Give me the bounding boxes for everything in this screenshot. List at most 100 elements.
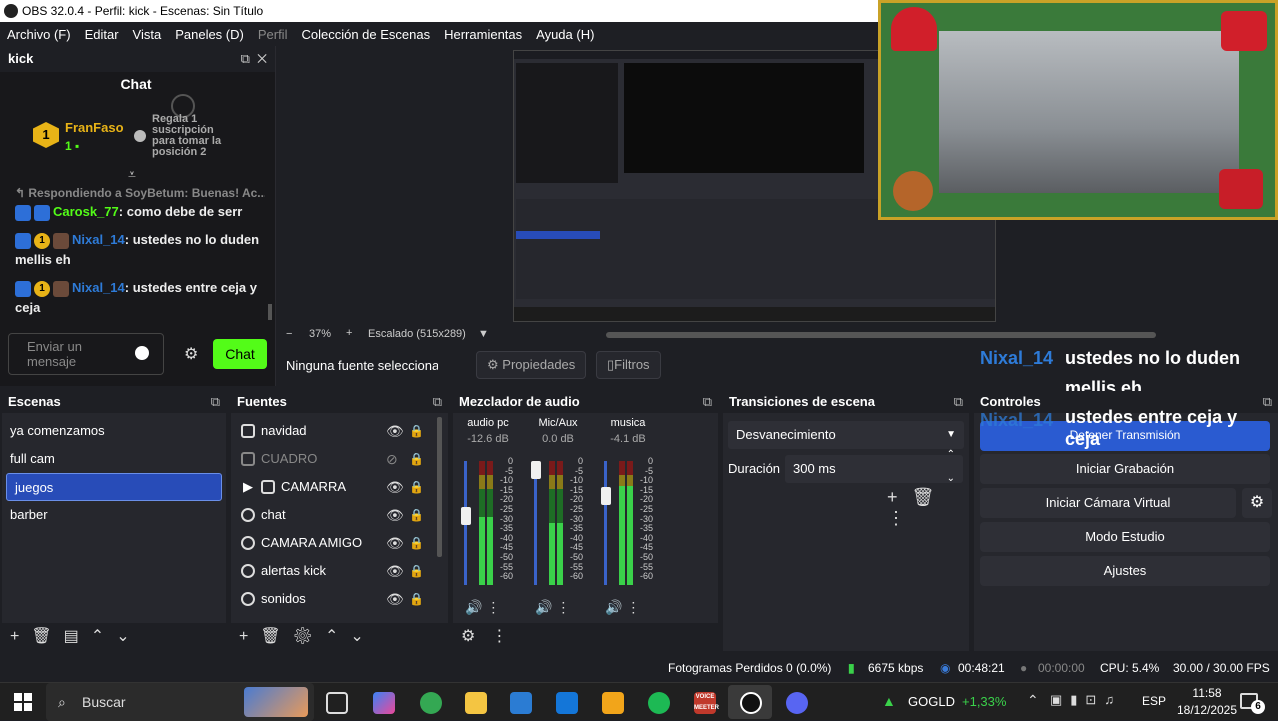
undock-icon[interactable]: ⧉ [954, 391, 963, 413]
chat-scrollbar[interactable] [268, 304, 272, 320]
move-up-icon[interactable]: ⌃ [325, 628, 350, 645]
add-transition-icon[interactable]: + [887, 487, 912, 507]
windows-start-icon[interactable] [14, 693, 32, 711]
menu-herramientas[interactable]: Herramientas [444, 27, 522, 42]
outlook-icon[interactable] [556, 692, 578, 714]
chat-username[interactable]: Nixal_14 [72, 280, 125, 295]
advanced-audio-gear-icon[interactable]: ⚙ [461, 628, 491, 645]
send-chat-button[interactable]: Chat [213, 339, 267, 369]
microsoft-store-icon[interactable] [510, 692, 532, 714]
visibility-eye-icon[interactable]: 👁 [386, 585, 404, 613]
filters-button[interactable]: ▯Filtros [596, 351, 661, 379]
lock-icon[interactable]: 🔒 [409, 417, 424, 445]
scale-dropdown-icon[interactable]: ▼ [478, 328, 489, 340]
zoom-out-button[interactable]: − [286, 328, 292, 340]
preview-horizontal-scrollbar[interactable] [606, 332, 1156, 338]
close-icon[interactable]: ✕ [257, 51, 267, 66]
lock-icon[interactable]: 🔒 [409, 557, 424, 585]
file-explorer-icon[interactable] [465, 692, 487, 714]
system-tray-icons[interactable]: ▣▮⊡♫ [1050, 692, 1122, 708]
transition-select[interactable]: Desvanecimiento ▼ [728, 421, 964, 449]
undock-icon[interactable]: ⧉ [1263, 391, 1272, 413]
lock-icon[interactable]: 🔒 [409, 585, 424, 613]
menu-perfil[interactable]: Perfil [258, 27, 288, 42]
volume-fader-handle[interactable] [601, 486, 611, 505]
clock-date[interactable]: 18/12/2025 [1176, 703, 1238, 717]
menu-coleccion-escenas[interactable]: Colección de Escenas [301, 27, 430, 42]
visibility-eye-icon[interactable]: 👁 [386, 501, 404, 529]
channel-menu-icon[interactable]: ⋮ [552, 599, 570, 615]
undock-icon[interactable]: ⧉ [241, 51, 250, 66]
source-group-item[interactable]: ▶ CAMARRA 👁 🔒 [231, 473, 448, 501]
chat-message-input[interactable]: Enviar un mensaje [8, 333, 164, 375]
chrome-icon[interactable] [420, 692, 442, 714]
source-item[interactable]: CUADRO ⊘ 🔒 [231, 445, 448, 473]
collapse-icon[interactable]: ⩡ [128, 166, 136, 183]
move-down-icon[interactable]: ⌄ [350, 628, 375, 645]
speaker-mute-icon[interactable]: 🔊 [605, 599, 622, 615]
visibility-eye-icon[interactable]: 👁 [386, 557, 404, 585]
mixer-menu-icon[interactable]: ⋮ [491, 628, 523, 645]
lock-icon[interactable]: 🔒 [409, 529, 424, 557]
start-virtual-camera-button[interactable]: Iniciar Cámara Virtual [980, 488, 1236, 518]
move-down-icon[interactable]: ⌄ [116, 628, 141, 645]
menu-archivo[interactable]: Archivo (F) [7, 27, 71, 42]
move-up-icon[interactable]: ⌃ [91, 628, 116, 645]
source-properties-gear-icon[interactable]: ⚙ [293, 628, 325, 645]
undock-icon[interactable]: ⧉ [211, 391, 220, 413]
spotify-icon[interactable] [648, 692, 670, 714]
lock-icon[interactable]: 🔒 [409, 501, 424, 529]
scene-filters-icon[interactable]: ▤ [64, 628, 91, 645]
scene-item-selected[interactable]: juegos [6, 473, 222, 501]
input-language[interactable]: ESP [1142, 694, 1166, 708]
menu-vista[interactable]: Vista [133, 27, 162, 42]
studio-mode-button[interactable]: Modo Estudio [980, 522, 1270, 552]
add-scene-icon[interactable]: + [10, 628, 31, 645]
source-item[interactable]: sonidos 👁 🔒 [231, 585, 448, 613]
visibility-eye-icon[interactable]: 👁 [386, 529, 404, 557]
volume-fader-handle[interactable] [531, 461, 541, 479]
source-item[interactable]: alertas kick 👁 🔒 [231, 557, 448, 585]
duration-spinbox[interactable]: 300 ms ⌃ ⌄ [785, 449, 963, 484]
zoom-in-button[interactable]: + [346, 327, 352, 339]
visibility-eye-icon[interactable]: 👁 [386, 417, 404, 445]
scene-item[interactable]: full cam [2, 445, 226, 473]
lock-icon[interactable]: 🔒 [409, 445, 424, 473]
source-item[interactable]: navidad 👁 🔒 [231, 417, 448, 445]
chat-username[interactable]: Nixal_14 [72, 232, 125, 247]
expand-chevron-icon[interactable]: ▶ [243, 473, 253, 501]
chat-settings-gear-icon[interactable]: ⚙ [184, 344, 198, 364]
menu-editar[interactable]: Editar [85, 27, 119, 42]
discord-icon[interactable] [786, 692, 808, 714]
spin-arrows-icon[interactable]: ⌃ ⌄ [947, 449, 955, 485]
copilot-icon[interactable] [373, 692, 395, 714]
volume-fader[interactable] [604, 461, 607, 585]
clock-time[interactable]: 11:58 [1176, 686, 1238, 700]
settings-button[interactable]: Ajustes [980, 556, 1270, 586]
lock-icon[interactable]: 🔒 [409, 473, 424, 501]
virtual-camera-settings-gear-icon[interactable]: ⚙ [1242, 488, 1272, 518]
visibility-hidden-icon[interactable]: ⊘ [386, 445, 398, 473]
speaker-mute-icon[interactable]: 🔊 [465, 599, 482, 615]
undock-icon[interactable]: ⧉ [433, 391, 442, 413]
start-recording-button[interactable]: Iniciar Grabación [980, 454, 1270, 484]
taskbar-search-input[interactable]: ⌕ Buscar [46, 683, 314, 721]
chat-username[interactable]: Carosk_77 [53, 204, 119, 219]
channel-menu-icon[interactable]: ⋮ [622, 599, 640, 615]
volume-fader-handle[interactable] [461, 507, 471, 526]
delete-source-icon[interactable]: 🗑 [260, 628, 292, 645]
stock-name[interactable]: GOGLD [908, 694, 955, 709]
menu-paneles[interactable]: Paneles (D) [175, 27, 244, 42]
voicemeeter-icon[interactable]: VOICE MEETER [694, 692, 719, 714]
scene-item[interactable]: ya comenzamos [2, 417, 226, 445]
source-item[interactable]: chat 👁 🔒 [231, 501, 448, 529]
visibility-eye-icon[interactable]: 👁 [386, 473, 404, 501]
speaker-mute-icon[interactable]: 🔊 [535, 599, 552, 615]
channel-menu-icon[interactable]: ⋮ [482, 599, 500, 615]
emoji-icon[interactable] [135, 346, 149, 360]
scene-item[interactable]: barber [2, 501, 226, 529]
add-source-icon[interactable]: + [239, 628, 260, 645]
show-hidden-icons-chevron-icon[interactable]: ⌃ [1027, 692, 1039, 709]
properties-button[interactable]: ⚙ Propiedades [476, 351, 587, 379]
sources-scrollbar[interactable] [437, 417, 442, 557]
